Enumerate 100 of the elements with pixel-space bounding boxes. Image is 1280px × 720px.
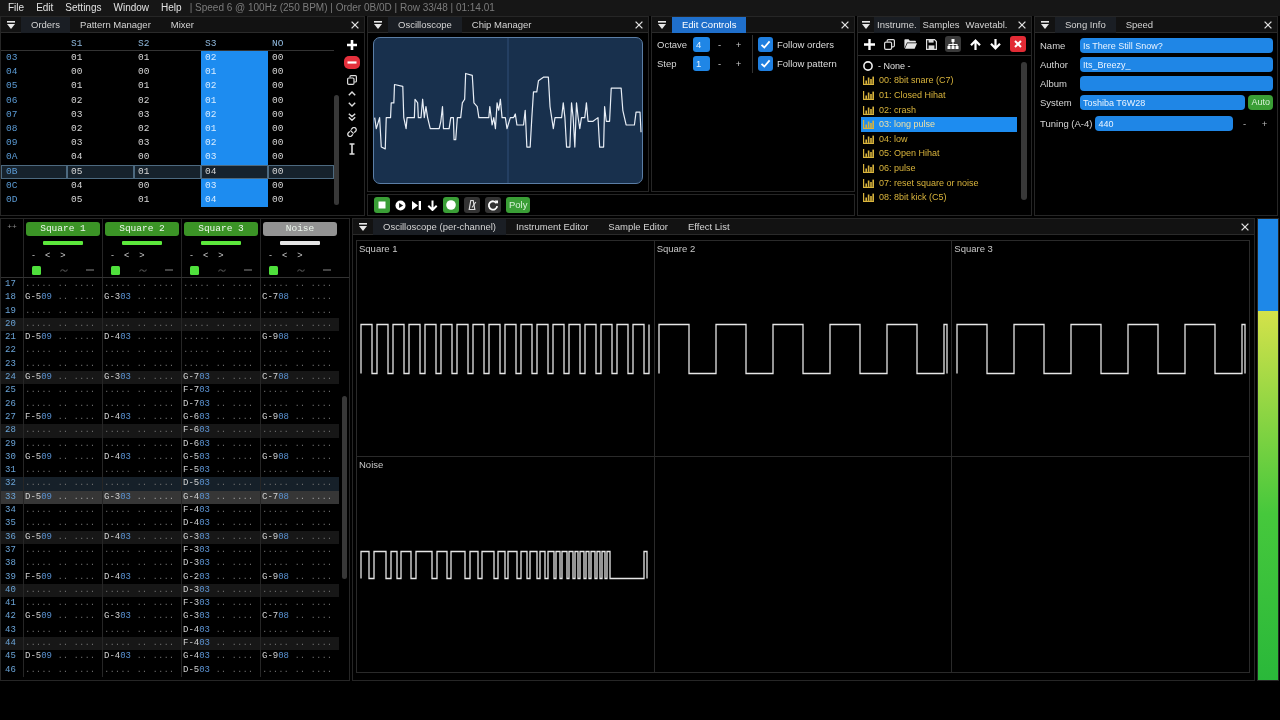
pattern-cell[interactable]: ..... .. .... (260, 278, 339, 292)
pattern-cell[interactable]: D-509 .. .... (23, 331, 102, 345)
instrument-item[interactable]: 06: pulse (861, 161, 1017, 176)
collapse-icon[interactable] (658, 20, 666, 29)
tab[interactable]: Effect List (678, 219, 740, 235)
pattern-cell[interactable]: ..... .. .... (102, 504, 181, 518)
tab[interactable]: Wavetabl. (962, 17, 1011, 33)
order-cell[interactable]: 01 (67, 79, 134, 94)
pattern-cell[interactable]: F-603 .. .... (181, 424, 260, 438)
pattern-cell[interactable]: ..... .. .... (23, 597, 102, 611)
collapse-icon[interactable] (1041, 20, 1049, 29)
close-icon[interactable] (1241, 222, 1249, 231)
order-cell[interactable]: 00 (134, 178, 201, 193)
order-cell[interactable]: 02 (134, 121, 201, 137)
pattern-cell[interactable]: ..... .. .... (23, 583, 102, 598)
pattern-cell[interactable]: ..... .. .... (181, 331, 260, 345)
pattern-cell[interactable]: G-908 .. .... (260, 331, 339, 345)
save-icon[interactable] (925, 38, 937, 50)
pattern-cell[interactable]: ..... .. .... (102, 437, 181, 451)
pattern-cell[interactable]: G-509 .. .... (23, 291, 102, 305)
chevron-up-icon[interactable] (348, 91, 356, 96)
pattern-cell[interactable]: ..... .. .... (23, 517, 102, 531)
pattern-cell[interactable]: G-509 .. .... (23, 450, 102, 465)
toggle-icon[interactable] (111, 265, 120, 275)
order-number[interactable]: 0C (1, 178, 67, 193)
pattern-cell[interactable]: D-509 .. .... (23, 490, 102, 505)
toggle-icon[interactable] (190, 265, 199, 275)
i-beam-icon[interactable] (349, 143, 355, 155)
expand-button[interactable]: ++ (7, 222, 17, 232)
order-cell[interactable]: 00 (134, 65, 201, 80)
tab[interactable]: Instrument Editor (506, 219, 599, 235)
checkbox-label[interactable]: Follow orders (777, 38, 835, 51)
tab[interactable]: Chip Manager (461, 17, 542, 33)
instrument-item[interactable]: 07: reset square or noise (861, 175, 1017, 191)
channel-button[interactable]: Square 1 (26, 222, 100, 236)
text-field[interactable]: 440 (1095, 116, 1233, 131)
pattern-cell[interactable]: D-403 .. .... (181, 517, 260, 531)
text-field[interactable]: Is There Still Snow? (1080, 38, 1273, 53)
order-cell[interactable]: 00 (268, 150, 334, 165)
pattern-cell[interactable]: ..... .. .... (181, 291, 260, 305)
pattern-cell[interactable]: G-509 .. .... (23, 371, 102, 385)
pattern-cell[interactable]: G-908 .. .... (260, 570, 339, 584)
order-cell[interactable]: 00 (268, 107, 334, 122)
pattern-cell[interactable]: ..... .. .... (23, 437, 102, 451)
pattern-cell[interactable]: ..... .. .... (23, 424, 102, 438)
pattern-cell[interactable]: ..... .. .... (260, 504, 339, 518)
pattern-cell[interactable]: G-203 .. .... (181, 570, 260, 584)
text-field[interactable]: Toshiba T6W28 (1080, 95, 1246, 110)
pattern-cell[interactable]: D-303 .. .... (181, 557, 260, 571)
record-icon[interactable] (443, 197, 459, 213)
instrument-item[interactable]: 00: 8bit snare (C7) (861, 73, 1017, 89)
tab[interactable]: Oscilloscope (388, 17, 462, 33)
pattern-cell[interactable]: ..... .. .... (102, 557, 181, 571)
left-button[interactable]: < (41, 250, 55, 261)
minus-button[interactable]: - (265, 250, 276, 261)
order-cell[interactable]: 00 (268, 93, 334, 108)
instrument-item[interactable]: 05: Open Hihat (861, 146, 1017, 162)
pattern-cell[interactable]: ..... .. .... (102, 637, 181, 651)
decrement-button[interactable]: - (710, 57, 729, 70)
pattern-cell[interactable]: ..... .. .... (260, 424, 339, 438)
order-number[interactable]: 04 (1, 65, 67, 80)
pattern-cell[interactable]: ..... .. .... (260, 543, 339, 558)
text-field[interactable] (1080, 76, 1273, 91)
pattern-cell[interactable]: G-303 .. .... (102, 610, 181, 624)
repeat-icon[interactable] (485, 197, 501, 213)
pattern-cell[interactable]: ..... .. .... (260, 517, 339, 531)
pattern-cell[interactable]: ..... .. .... (23, 543, 102, 558)
menu-item[interactable]: Edit (30, 0, 60, 16)
order-cell[interactable]: 00 (268, 65, 334, 80)
decrement-button[interactable]: - (1236, 117, 1253, 130)
plus-icon[interactable] (864, 38, 875, 50)
instrument-item[interactable]: 04: low (861, 131, 1017, 147)
pattern-cell[interactable]: ..... .. .... (23, 557, 102, 571)
left-button[interactable]: < (120, 250, 134, 261)
order-number[interactable]: 03 (1, 51, 67, 66)
pattern-cell[interactable]: ..... .. .... (23, 384, 102, 398)
pattern-cell[interactable]: F-403 .. .... (181, 637, 260, 651)
instrument-item[interactable]: 01: Closed Hihat (861, 88, 1017, 103)
pattern-cell[interactable]: G-303 .. .... (102, 490, 181, 505)
menu-item[interactable]: Settings (59, 0, 108, 16)
order-cell[interactable]: 01 (67, 51, 134, 66)
stop-icon[interactable] (374, 197, 390, 213)
copy-icon[interactable] (347, 75, 357, 85)
tab[interactable]: Song Info (1055, 17, 1116, 33)
hierarchy-icon[interactable] (945, 36, 962, 52)
pattern-cell[interactable]: ..... .. .... (102, 397, 181, 411)
order-cell[interactable]: 05 (67, 192, 134, 208)
pattern-cell[interactable]: ..... .. .... (181, 278, 260, 292)
pattern-cell[interactable]: C-708 .. .... (260, 490, 339, 505)
pattern-cell[interactable]: ..... .. .... (181, 344, 260, 358)
pattern-cell[interactable]: ..... .. .... (23, 304, 102, 318)
collapse-icon[interactable] (7, 20, 15, 29)
pattern-cell[interactable]: D-403 .. .... (102, 331, 181, 345)
order-number[interactable]: 05 (1, 79, 67, 94)
pattern-cell[interactable]: G-403 .. .... (181, 650, 260, 664)
pattern-cell[interactable]: ..... .. .... (260, 397, 339, 411)
pattern-cell[interactable]: ..... .. .... (102, 344, 181, 358)
pattern-cell[interactable]: F-509 .. .... (23, 570, 102, 584)
order-cell[interactable]: 00 (268, 164, 334, 179)
pattern-cell[interactable]: D-403 .. .... (102, 530, 181, 544)
